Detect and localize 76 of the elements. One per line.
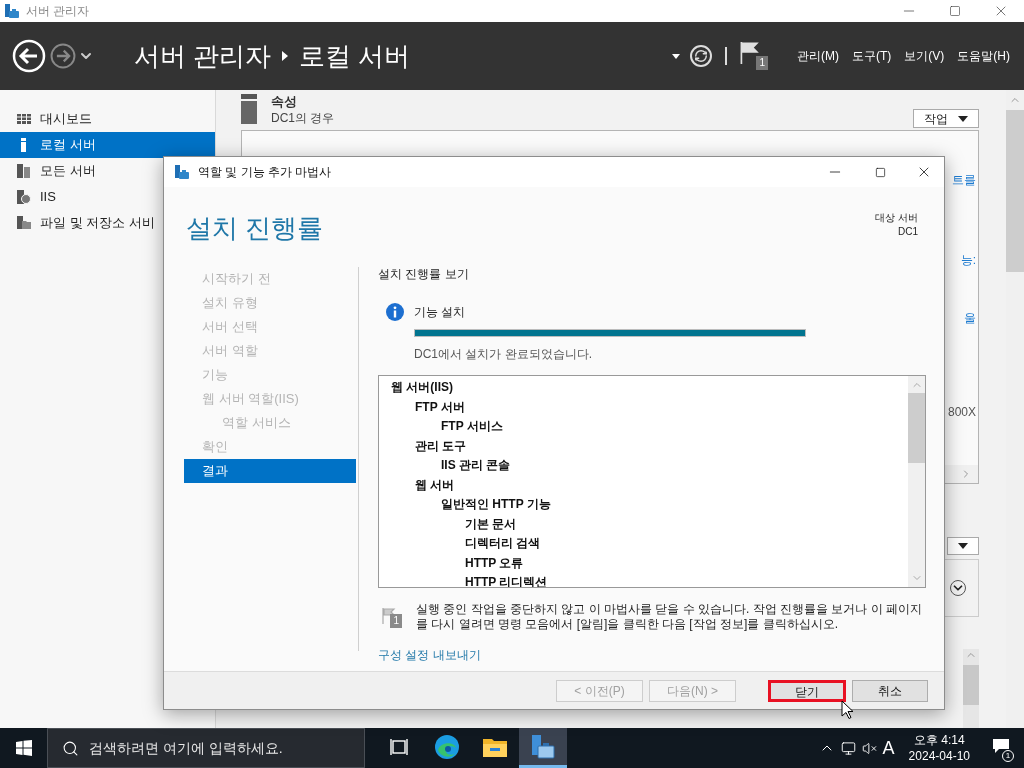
installed-feature: IIS 관리 콘솔 <box>440 457 512 474</box>
section-subtitle: DC1의 경우 <box>271 110 335 126</box>
dialog-title: 역할 및 기능 추가 마법사 <box>198 164 332 181</box>
installed-feature: 디렉터리 검색 <box>464 535 542 552</box>
refresh-icon[interactable] <box>690 45 712 67</box>
target-server-label: 대상 서버 <box>875 211 918 225</box>
notifications-icon[interactable] <box>992 738 1010 754</box>
dropdown-caret-icon[interactable] <box>672 53 680 59</box>
installed-feature: 웹 서버(IIS) <box>390 379 454 396</box>
task-view-icon <box>390 737 408 756</box>
server-manager-icon <box>174 164 190 180</box>
link-fragment[interactable]: 울 <box>964 309 976 327</box>
dialog-button[interactable]: 닫기 <box>768 679 846 702</box>
forward-icon[interactable] <box>50 43 76 69</box>
server-folder-icon <box>16 215 32 231</box>
server-manager-icon <box>530 733 556 760</box>
wizard-heading: 설치 진행률 <box>186 212 324 245</box>
grid-icon <box>16 111 32 127</box>
status-text: DC1에서 설치가 완료되었습니다. <box>414 346 593 363</box>
notification-count: 1 <box>390 614 402 628</box>
maximize-icon[interactable] <box>875 166 886 178</box>
sidebar-item[interactable]: IIS <box>0 184 215 210</box>
restore-icon[interactable] <box>949 5 961 17</box>
server-manager-icon <box>4 3 20 19</box>
breadcrumb-item[interactable]: 서버 관리자 <box>134 36 272 76</box>
taskbar-app[interactable] <box>519 728 567 768</box>
sidebar-item[interactable]: 로컬 서버 <box>0 132 215 158</box>
wizard-step[interactable]: 결과 <box>184 459 356 483</box>
text-fragment: 800X <box>947 404 976 421</box>
caret-icon[interactable] <box>958 543 968 549</box>
flag-icon <box>382 608 396 624</box>
search-field[interactable]: 검색하려면 여기에 입력하세요. <box>47 728 365 768</box>
clock[interactable]: 오후 4:14 2024-04-10 <box>908 732 970 764</box>
link-fragment[interactable]: 능: <box>960 251 976 269</box>
menu-item[interactable]: 도구(T) <box>852 47 892 65</box>
menu-item[interactable]: 도움말(H) <box>957 47 1010 65</box>
breadcrumb-separator-icon <box>281 51 290 61</box>
network-icon[interactable] <box>840 740 856 756</box>
volume-muted-icon[interactable] <box>861 740 877 756</box>
start-icon[interactable] <box>16 740 32 756</box>
input-language[interactable]: A <box>882 734 895 762</box>
installed-feature: 웹 서버 <box>414 476 456 494</box>
info-icon <box>386 303 404 321</box>
menu-item[interactable]: 관리(M) <box>797 47 839 65</box>
sidebar-item[interactable]: 대시보드 <box>0 106 215 132</box>
installed-feature: 관리 도구 <box>414 437 468 455</box>
installed-feature: FTP 서비스 <box>440 418 504 435</box>
task-label: 기능 설치 <box>414 304 466 321</box>
servers-icon <box>16 163 32 179</box>
installed-feature: FTP 서버 <box>414 398 466 416</box>
search-placeholder: 검색하려면 여기에 입력하세요. <box>89 738 283 758</box>
export-link[interactable]: 구성 설정 내보내기 <box>378 646 481 664</box>
back-icon[interactable] <box>12 39 46 73</box>
server-globe-icon <box>16 189 32 205</box>
installed-feature: HTTP 오류 <box>464 554 525 572</box>
target-server-name: DC1 <box>898 225 918 239</box>
flag-icon <box>740 42 760 65</box>
section-title: 속성 <box>271 94 298 110</box>
window-title: 서버 관리자 <box>26 3 90 20</box>
note-text: 실행 중인 작업을 중단하지 않고 이 마법사를 닫을 수 있습니다. 작업 진행률을 보거나 이 페이지를 다시 열려면 명령 모음에서 [알림]을 클릭한 다음 [작업 정보]를 클릭하십시오. <box>416 602 923 632</box>
link-fragment[interactable]: 트를 <box>952 171 976 189</box>
search-icon <box>62 739 79 757</box>
breadcrumb-item[interactable]: 로컬 서버 <box>299 36 411 76</box>
dialog-button[interactable]: 취소 <box>852 679 928 702</box>
tasks-dropdown[interactable]: 작업 <box>913 109 979 128</box>
notification-count: 1 <box>1002 750 1014 762</box>
page-scrollbar[interactable] <box>1006 90 1024 728</box>
section-title: 설치 진행률 보기 <box>378 267 470 281</box>
caret-icon <box>958 115 968 122</box>
notification-count: 1 <box>756 56 768 70</box>
installed-feature: 일반적인 HTTP 기능 <box>440 496 552 513</box>
vertical-scrollbar[interactable] <box>963 649 979 728</box>
server-icon <box>241 94 257 124</box>
menu-item[interactable]: 보기(V) <box>904 47 945 65</box>
browser-icon <box>434 733 460 760</box>
installed-feature: 기본 문서 <box>464 515 518 533</box>
